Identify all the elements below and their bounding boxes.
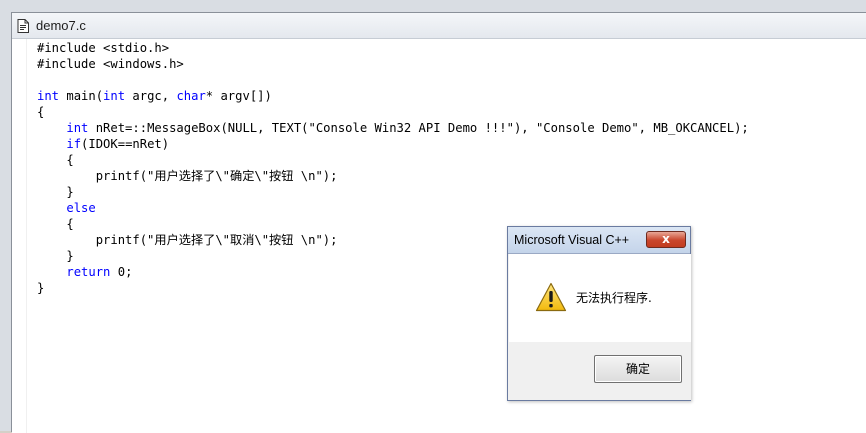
editor-margin [26, 39, 27, 433]
code-line[interactable]: { [37, 152, 749, 168]
code-editor[interactable]: #include <stdio.h> #include <windows.h> i… [12, 39, 866, 433]
code-text: printf("用户选择了\"取消\"按钮 \n"); [37, 233, 338, 247]
code-line[interactable]: } [37, 184, 749, 200]
dialog-titlebar[interactable]: Microsoft Visual C++ x [508, 227, 690, 254]
dialog-message: 无法执行程序. [576, 291, 652, 305]
code-text: #include <windows.h> [37, 57, 184, 71]
code-line[interactable]: if(IDOK==nRet) [37, 136, 749, 152]
code-text: argc, [125, 89, 177, 103]
document-window[interactable]: demo7.c #include <stdio.h> #include <wind… [11, 12, 866, 433]
code-line[interactable]: int nRet=::MessageBox(NULL, TEXT("Consol… [37, 120, 749, 136]
code-text: } [37, 185, 74, 199]
warning-icon [535, 282, 567, 312]
code-line[interactable]: #include <stdio.h> [37, 40, 749, 56]
code-text: { [37, 153, 74, 167]
code-text: * argv[]) [205, 89, 272, 103]
code-text: 0; [110, 265, 133, 279]
code-line[interactable]: int main(int argc, char* argv[]) [37, 88, 749, 104]
code-keyword: else [66, 201, 96, 215]
code-text: } [37, 249, 74, 263]
code-line[interactable]: else [37, 200, 749, 216]
ok-button[interactable]: 确定 [594, 355, 682, 383]
code-text: } [37, 281, 45, 295]
code-line[interactable]: #include <windows.h> [37, 56, 749, 72]
code-text: #include <stdio.h> [37, 41, 170, 55]
dialog-title: Microsoft Visual C++ [514, 233, 630, 247]
dialog-body: 无法执行程序. [509, 254, 691, 342]
code-text: { [37, 217, 74, 231]
code-keyword: char [176, 89, 206, 103]
code-text: (IDOK==nRet) [81, 137, 170, 151]
code-line[interactable] [37, 72, 749, 88]
document-titlebar[interactable]: demo7.c [12, 13, 866, 39]
code-line[interactable]: printf("用户选择了\"确定\"按钮 \n"); [37, 168, 749, 184]
code-text: main( [59, 89, 104, 103]
close-icon: x [662, 232, 670, 246]
code-text: { [37, 105, 45, 119]
code-keyword: int [66, 121, 89, 135]
code-line[interactable]: { [37, 104, 749, 120]
dialog-footer: 确定 [509, 342, 691, 400]
close-button[interactable]: x [646, 231, 686, 248]
code-keyword: if [66, 137, 82, 151]
code-text: printf("用户选择了\"确定\"按钮 \n"); [37, 169, 338, 183]
code-keyword: return [66, 265, 111, 279]
code-text: nRet=::MessageBox(NULL, TEXT("Console Wi… [88, 121, 749, 135]
source-file-icon [17, 19, 29, 33]
code-keyword: int [37, 89, 60, 103]
code-keyword: int [103, 89, 126, 103]
workspace-background: demo7.c #include <stdio.h> #include <wind… [0, 0, 866, 433]
message-box-dialog[interactable]: Microsoft Visual C++ x 无法执行程序. 确定 [507, 226, 691, 401]
document-title: demo7.c [36, 18, 86, 33]
